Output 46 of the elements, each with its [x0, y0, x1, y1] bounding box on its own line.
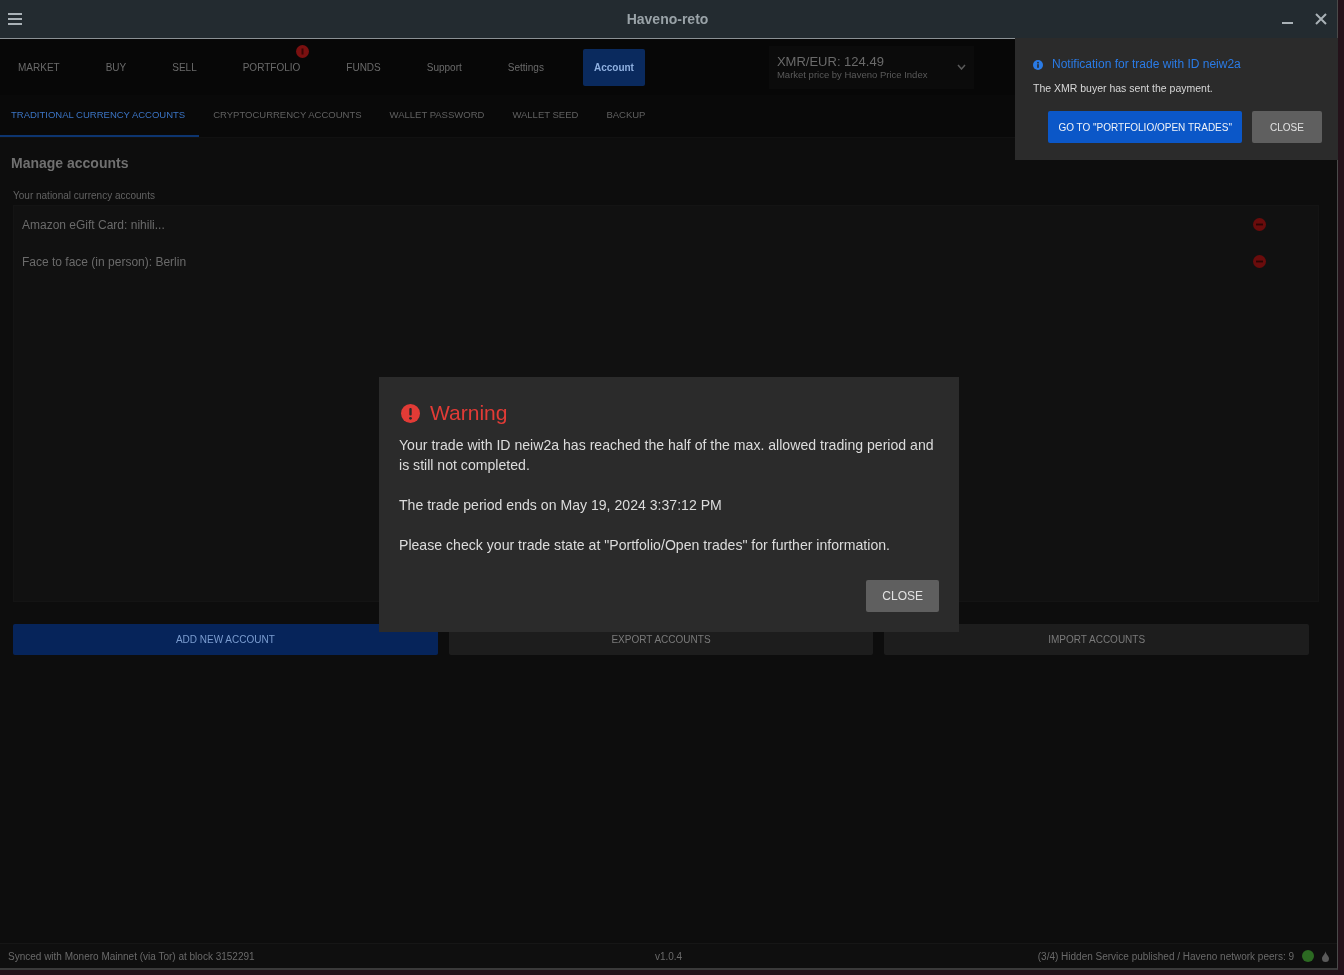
action-button[interactable]: ADD NEW ACCOUNT	[13, 624, 438, 655]
sub-tab[interactable]: WALLET PASSWORD	[375, 95, 499, 137]
dialog-title: Warning	[430, 401, 508, 425]
nav-tab[interactable]: Settings	[484, 48, 567, 86]
sync-status-text: Synced with Monero Mainnet (via Tor) at block 3152291	[8, 950, 255, 962]
dialog-text: The trade period ends on May 19, 2024 3:37:12 PM	[399, 496, 723, 515]
menu-icon	[8, 13, 22, 25]
close-icon	[1315, 13, 1327, 25]
nav-tab[interactable]: Account	[582, 48, 645, 86]
drop-icon	[1322, 950, 1329, 962]
version-text: v1.0.4	[654, 949, 683, 964]
nav-tab[interactable]: PORTFOLIO	[219, 48, 324, 86]
close-button[interactable]: CLOSE	[866, 580, 939, 612]
window-title: Haveno-reto	[626, 9, 709, 29]
dialog-text: Your trade with ID neiw2a has reached the half of the max. allowed trading period and is still not completed.	[399, 436, 935, 475]
account-name[interactable]: Amazon eGift Card: nihili...	[22, 215, 165, 234]
market-price-panel[interactable]: XMR/EUR: 124.49 Market price by Haveno Price Index	[768, 45, 974, 89]
dialog-text: Please check your trade state at "Portfolio/Open trades" for further information.	[399, 536, 891, 555]
notification-message: The XMR buyer has sent the payment.	[1033, 81, 1214, 95]
notification-title: Notification for trade with ID neiw2a	[1052, 57, 1241, 72]
info-icon	[1033, 59, 1043, 70]
minus-circle-icon	[1253, 255, 1266, 268]
nav-tab[interactable]: FUNDS	[323, 48, 404, 86]
close-window-button[interactable]	[1315, 13, 1327, 25]
sub-tab[interactable]: BACKUP	[592, 95, 660, 137]
sub-tab[interactable]: CRYPTOCURRENCY ACCOUNTS	[199, 95, 376, 137]
caret-icon	[956, 64, 966, 70]
network-status-text: (3/4) Hidden Service published / Haveno network peers: 9	[1037, 949, 1294, 964]
minimize-icon	[1282, 22, 1293, 24]
nav-tab[interactable]: BUY	[82, 48, 150, 86]
go-to-trades-button[interactable]: GO TO "PORTFOLIO/OPEN TRADES"	[1048, 111, 1242, 143]
warning-icon	[401, 403, 420, 423]
close-button[interactable]: CLOSE	[1252, 111, 1322, 143]
market-price-label: XMR/EUR: 124.49	[776, 53, 885, 69]
sub-tab[interactable]: WALLET SEED	[498, 95, 593, 137]
minus-circle-icon	[1253, 218, 1266, 231]
nav-tab[interactable]: Support	[403, 48, 485, 86]
list-label: Your national currency accounts	[13, 190, 156, 202]
section-title: Manage accounts	[11, 154, 130, 172]
account-name[interactable]: Face to face (in person): Berlin	[22, 252, 187, 271]
status-dot-icon	[1302, 950, 1314, 962]
nav-tab[interactable]: SELL	[149, 48, 220, 86]
action-button[interactable]: IMPORT ACCOUNTS	[884, 624, 1309, 655]
price-source-label: Market price by Haveno Price Index	[776, 68, 929, 81]
nav-tab[interactable]: MARKET	[0, 48, 83, 86]
menu-button[interactable]	[8, 13, 22, 25]
